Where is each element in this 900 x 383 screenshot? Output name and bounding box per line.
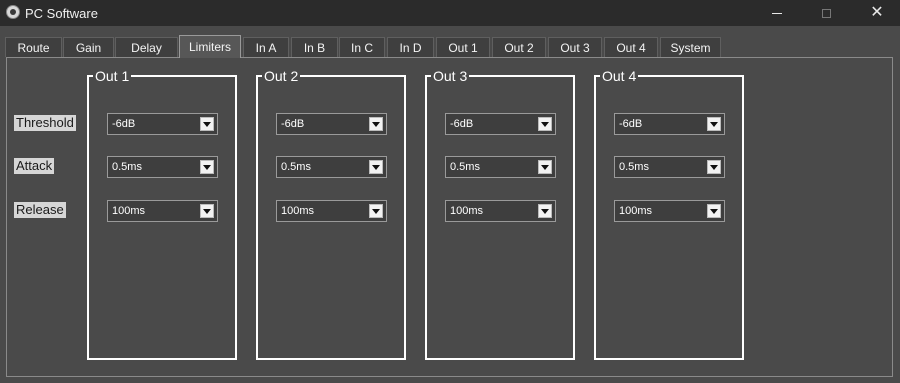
tab-in-c[interactable]: In C xyxy=(339,37,385,57)
tab-out-2[interactable]: Out 2 xyxy=(492,37,546,57)
chevron-down-icon[interactable] xyxy=(369,160,383,174)
tab-in-d[interactable]: In D xyxy=(387,37,434,57)
tab-in-b[interactable]: In B xyxy=(291,37,338,57)
out-1-attack-value: 0.5ms xyxy=(112,161,142,173)
title-bar: PC Software ✕ xyxy=(0,0,900,26)
out-3-release-value: 100ms xyxy=(450,205,484,217)
out-2-threshold-dropdown[interactable]: -6dB xyxy=(276,113,387,135)
release-label: Release xyxy=(14,202,66,218)
out-3-release-dropdown[interactable]: 100ms xyxy=(445,200,556,222)
threshold-label: Threshold xyxy=(14,115,76,131)
out-4-attack-value: 0.5ms xyxy=(619,161,649,173)
tab-limiters[interactable]: Limiters xyxy=(179,35,241,58)
out-2-release-value: 100ms xyxy=(281,205,315,217)
out-2-group: Out 2 -6dB 0.5ms 100ms xyxy=(256,68,406,360)
out-1-threshold-dropdown[interactable]: -6dB xyxy=(107,113,218,135)
chevron-down-icon[interactable] xyxy=(200,160,214,174)
out-4-attack-dropdown[interactable]: 0.5ms xyxy=(614,156,725,178)
out-1-group: Out 1 -6dB 0.5ms 100ms xyxy=(87,68,237,360)
chevron-down-icon[interactable] xyxy=(707,160,721,174)
out-3-group: Out 3 -6dB 0.5ms 100ms xyxy=(425,68,575,360)
out-2-release-dropdown[interactable]: 100ms xyxy=(276,200,387,222)
chevron-down-icon[interactable] xyxy=(200,204,214,218)
out-4-legend: Out 4 xyxy=(600,68,639,84)
chevron-down-icon[interactable] xyxy=(369,117,383,131)
out-1-legend: Out 1 xyxy=(93,68,132,84)
tab-delay[interactable]: Delay xyxy=(115,37,178,57)
minimize-button[interactable] xyxy=(754,0,800,26)
tab-out-4[interactable]: Out 4 xyxy=(604,37,658,57)
out-1-release-value: 100ms xyxy=(112,205,146,217)
out-4-threshold-dropdown[interactable]: -6dB xyxy=(614,113,725,135)
out-2-attack-value: 0.5ms xyxy=(281,161,311,173)
chevron-down-icon[interactable] xyxy=(200,117,214,131)
out-4-group: Out 4 -6dB 0.5ms 100ms xyxy=(594,68,744,360)
tab-in-a[interactable]: In A xyxy=(243,37,289,57)
out-2-legend: Out 2 xyxy=(262,68,301,84)
app-icon xyxy=(6,5,20,19)
chevron-down-icon[interactable] xyxy=(707,117,721,131)
maximize-icon xyxy=(821,8,831,18)
close-icon: ✕ xyxy=(870,4,884,21)
tab-system[interactable]: System xyxy=(660,37,721,57)
out-4-release-dropdown[interactable]: 100ms xyxy=(614,200,725,222)
chevron-down-icon[interactable] xyxy=(538,204,552,218)
out-2-attack-dropdown[interactable]: 0.5ms xyxy=(276,156,387,178)
minimize-icon xyxy=(772,12,782,14)
out-3-threshold-dropdown[interactable]: -6dB xyxy=(445,113,556,135)
maximize-button[interactable] xyxy=(803,0,849,26)
chevron-down-icon[interactable] xyxy=(538,160,552,174)
chevron-down-icon[interactable] xyxy=(707,204,721,218)
tab-gain[interactable]: Gain xyxy=(63,37,114,57)
out-1-attack-dropdown[interactable]: 0.5ms xyxy=(107,156,218,178)
out-3-legend: Out 3 xyxy=(431,68,470,84)
out-4-release-value: 100ms xyxy=(619,205,653,217)
out-4-threshold-value: -6dB xyxy=(619,118,643,130)
tab-out-3[interactable]: Out 3 xyxy=(548,37,602,57)
out-3-threshold-value: -6dB xyxy=(450,118,474,130)
window-title: PC Software xyxy=(25,6,98,21)
attack-label: Attack xyxy=(14,158,55,174)
out-1-release-dropdown[interactable]: 100ms xyxy=(107,200,218,222)
out-1-threshold-value: -6dB xyxy=(112,118,136,130)
close-button[interactable]: ✕ xyxy=(854,0,900,26)
out-3-attack-dropdown[interactable]: 0.5ms xyxy=(445,156,556,178)
tab-out-1[interactable]: Out 1 xyxy=(436,37,490,57)
chevron-down-icon[interactable] xyxy=(538,117,552,131)
out-3-attack-value: 0.5ms xyxy=(450,161,480,173)
chevron-down-icon[interactable] xyxy=(369,204,383,218)
out-2-threshold-value: -6dB xyxy=(281,118,305,130)
tab-route[interactable]: Route xyxy=(5,37,62,57)
